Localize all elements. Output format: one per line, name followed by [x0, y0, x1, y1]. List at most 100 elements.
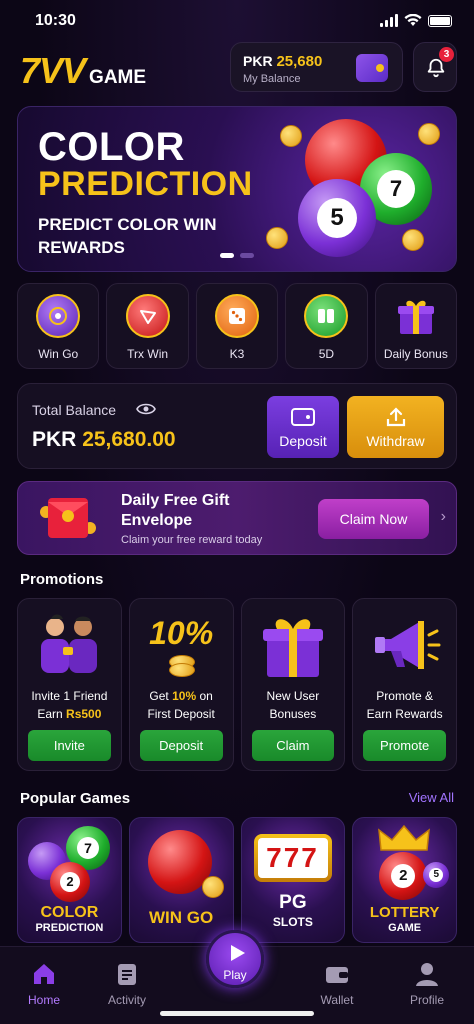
promo-line2: First Deposit — [147, 707, 215, 721]
notifications-button[interactable]: 3 — [413, 42, 457, 92]
popular-games-list: 7 2 COLOR PREDICTION WIN GO 777 PG SLOTS… — [17, 817, 457, 943]
percent-coins-icon: 10% — [141, 609, 221, 681]
shortcut-label: K3 — [229, 347, 245, 361]
game-card-lottery[interactable]: 2 5 LOTTERY GAME — [352, 817, 457, 943]
promote-button[interactable]: Promote — [363, 730, 446, 761]
shortcut-label: Trx Win — [127, 347, 169, 361]
balance-chip[interactable]: PKR 25,680 My Balance — [230, 42, 403, 92]
promo-text: Invite 1 Friend Earn Rs500 — [22, 687, 117, 723]
promo-line1-prefix: Get — [149, 689, 173, 703]
nav-label: Activity — [107, 993, 146, 1007]
slot-machine-image: 777 — [253, 834, 332, 882]
clipboard-icon — [118, 964, 136, 985]
shortcut-5d[interactable]: 5D — [285, 283, 368, 369]
game-card-win-go[interactable]: WIN GO — [128, 817, 234, 943]
shortcut-label: 5D — [318, 347, 335, 361]
purple-ball-image: 5 — [423, 862, 450, 888]
deposit-label: Deposit — [279, 433, 327, 449]
promotions-heading: Promotions — [20, 571, 104, 588]
withdraw-button[interactable]: Withdraw — [347, 396, 444, 458]
carousel-dots[interactable] — [220, 253, 254, 258]
hero-subtitle: PREDICT COLOR WIN REWARDS — [38, 215, 217, 257]
app-logo: 7VV GAME — [20, 50, 146, 92]
promo-line2: Bonuses — [269, 707, 317, 721]
promo-highlight: Rs500 — [66, 707, 102, 721]
wallet-icon — [356, 54, 388, 82]
5d-icon — [304, 294, 349, 338]
ball-number: 2 — [391, 864, 416, 888]
total-balance-currency: PKR — [32, 428, 77, 451]
eye-icon[interactable] — [136, 402, 156, 416]
shortcut-daily-bonus[interactable]: Daily Bonus — [374, 283, 458, 369]
promo-highlight: 10% — [172, 689, 197, 703]
gift-subtitle: Claim your free reward today — [121, 534, 263, 546]
ball-number: 2 — [60, 872, 80, 892]
game-subtitle: SLOTS — [272, 915, 313, 929]
battery-icon — [428, 14, 452, 27]
game-title: LOTTERY — [369, 904, 440, 921]
nav-profile[interactable]: Profile — [397, 961, 457, 1007]
promo-line1: New User — [266, 689, 320, 703]
daily-gift-banner[interactable]: Daily Free Gift Envelope Claim your free… — [17, 481, 457, 555]
signal-icon — [380, 14, 398, 27]
promo-card-new-user[interactable]: New User Bonuses Claim — [240, 598, 346, 771]
deposit-promo-button[interactable]: Deposit — [139, 730, 223, 761]
carousel-dot-active[interactable] — [220, 253, 234, 258]
upload-icon — [386, 407, 405, 427]
game-title: COLOR — [40, 904, 99, 921]
claim-button[interactable]: Claim — [251, 730, 335, 761]
coin-icon — [266, 227, 288, 249]
promo-text: Get 10% on First Deposit — [134, 687, 229, 723]
popular-games-heading: Popular Games — [20, 790, 131, 807]
game-title: WIN GO — [149, 908, 214, 927]
gift-box-icon — [394, 294, 438, 338]
play-icon — [231, 945, 245, 961]
carousel-dot[interactable] — [240, 253, 254, 258]
shortcut-k3[interactable]: K3 — [195, 283, 279, 369]
game-card-color-prediction[interactable]: 7 2 COLOR PREDICTION — [17, 817, 122, 943]
red-ball-image: 2 — [50, 862, 90, 902]
shortcut-win-go[interactable]: Win Go — [17, 283, 100, 369]
green-ball-number: 7 — [377, 170, 415, 208]
crown-icon — [378, 824, 431, 851]
invite-button[interactable]: Invite — [28, 730, 111, 761]
coin-icon — [280, 125, 302, 147]
gift-title: Daily Free Gift Envelope — [121, 492, 230, 529]
balance-chip-label: My Balance — [243, 73, 301, 85]
coin-icon — [418, 123, 440, 145]
purple-ball-number: 5 — [317, 198, 357, 238]
view-all-link[interactable]: View All — [409, 790, 454, 805]
friends-icon — [41, 614, 98, 673]
hero-title-line1: COLOR — [38, 125, 185, 169]
balance-chip-value: 25,680 — [276, 53, 323, 70]
status-bar: 10:30 — [0, 10, 474, 34]
balance-chip-currency: PKR — [243, 53, 273, 69]
nav-label: Wallet — [320, 993, 354, 1007]
nav-activity[interactable]: Activity — [97, 961, 157, 1007]
promo-line1: Get 10% on — [134, 687, 229, 705]
promo-line1: Invite 1 Friend — [31, 689, 108, 703]
nav-label: Home — [27, 993, 60, 1007]
promo-line2: Earn Rewards — [366, 707, 443, 721]
purple-ball-image: 5 — [298, 179, 376, 257]
game-card-pg-slots[interactable]: 777 PG SLOTS — [240, 817, 346, 943]
promo-art-text: 10% — [149, 615, 214, 651]
promo-card-invite[interactable]: Invite 1 Friend Earn Rs500 Invite — [17, 598, 122, 771]
claim-now-button[interactable]: Claim Now — [318, 499, 429, 539]
chevron-right-icon[interactable]: › — [441, 508, 446, 526]
withdraw-label: Withdraw — [366, 433, 425, 449]
game-shortcuts: Win Go Trx Win K3 5D Daily Bonus — [17, 283, 458, 369]
promo-card-promote[interactable]: Promote & Earn Rewards Promote — [352, 598, 457, 771]
promo-card-deposit[interactable]: 10% Get 10% on First Deposit Deposit — [128, 598, 234, 771]
promo-line1-suffix: on — [196, 689, 213, 703]
shortcut-label: Daily Bonus — [383, 347, 448, 361]
hero-banner[interactable]: COLOR PREDICTION PREDICT COLOR WIN REWAR… — [17, 106, 457, 272]
trx-icon — [125, 294, 170, 338]
shortcut-trx-win[interactable]: Trx Win — [106, 283, 189, 369]
deposit-button[interactable]: Deposit — [267, 396, 339, 458]
logo-mark: 7VV — [20, 50, 86, 91]
nav-home[interactable]: Home — [14, 961, 74, 1007]
megaphone-icon — [374, 621, 441, 669]
nav-wallet[interactable]: Wallet — [307, 961, 367, 1007]
total-balance-card: Total Balance PKR 25,680.00 Deposit With… — [17, 383, 457, 469]
